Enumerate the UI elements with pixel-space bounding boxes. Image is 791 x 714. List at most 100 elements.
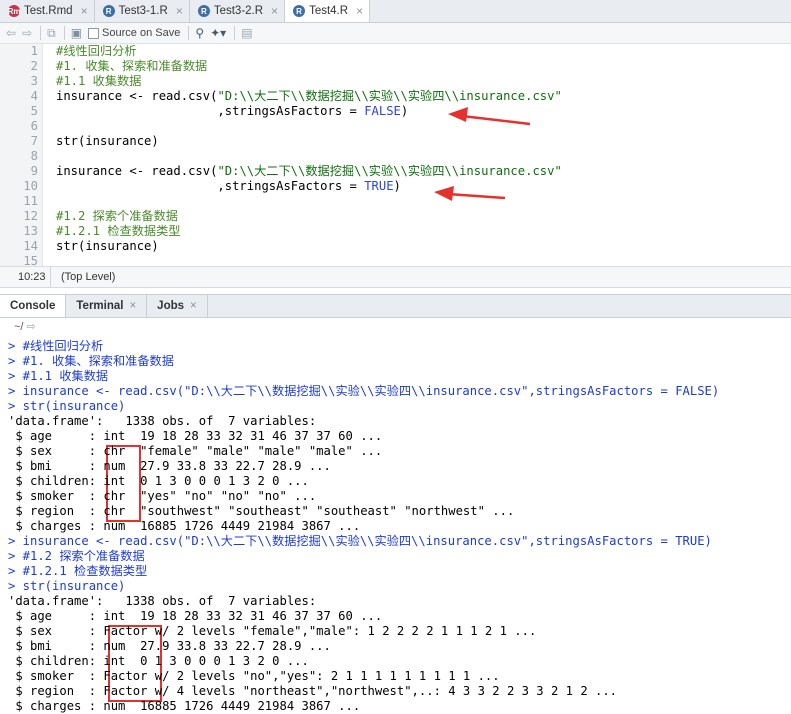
- console-output-line: $ bmi : num 27.9 33.8 33 22.7 28.9 ...: [8, 639, 331, 653]
- code-text: #1.2 探索个准备数据: [56, 209, 178, 223]
- scope-indicator[interactable]: (Top Level): [50, 267, 115, 287]
- back-arrow-icon[interactable]: ⇦: [6, 26, 16, 40]
- logical-literal: TRUE: [364, 179, 394, 193]
- editor-tab-label: Test4.R: [309, 5, 349, 17]
- line-number: 6: [30, 119, 38, 133]
- code-line: 14 str(insurance): [0, 239, 791, 254]
- console-output-line: $ sex : Factor w/ 2 levels "female","mal…: [8, 624, 537, 638]
- console-path-text: ~/: [14, 321, 24, 333]
- save-icon[interactable]: ▣: [71, 26, 82, 40]
- editor-tab[interactable]: R Test3-2.R ×: [189, 0, 286, 22]
- code-text: #1. 收集、探索和准备数据: [56, 59, 208, 73]
- console-tab-terminal[interactable]: Terminal ×: [66, 295, 148, 317]
- code-line: 10 ,stringsAsFactors = TRUE): [0, 179, 791, 194]
- code-text: ,stringsAsFactors = FALSE): [56, 104, 409, 118]
- cursor-position: 10:23: [18, 271, 46, 283]
- code-line: 8: [0, 149, 791, 164]
- editor-tab-label: Test.Rmd: [24, 5, 73, 17]
- console-output[interactable]: > #线性回归分析 > #1. 收集、探索和准备数据 > #1.1 收集数据 > in…: [0, 339, 791, 714]
- line-number: 4: [30, 89, 38, 103]
- line-number: 1: [30, 44, 38, 58]
- console-input-line: > #1.1 收集数据: [8, 369, 109, 383]
- console-output-line: $ region : chr "southwest" "southeast" "…: [8, 504, 515, 518]
- code-text: str(insurance): [56, 134, 159, 148]
- code-text: insurance <- read.csv("D:\\大二下\\数据挖掘\\实验…: [56, 89, 562, 103]
- line-number: 8: [30, 149, 38, 163]
- console-output-line: $ children: int 0 1 3 0 0 0 1 3 2 0 ...: [8, 654, 309, 668]
- console-tab-jobs[interactable]: Jobs ×: [147, 295, 208, 317]
- editor-tab[interactable]: R Test4.R ×: [285, 0, 371, 22]
- r-file-icon: R: [293, 5, 306, 17]
- search-icon[interactable]: ⚲: [195, 26, 204, 40]
- code-line: 7 str(insurance): [0, 134, 791, 149]
- code-line: 9 insurance <- read.csv("D:\\大二下\\数据挖掘\\实…: [0, 164, 791, 179]
- line-number: 12: [23, 209, 38, 223]
- toolbar-divider: [40, 26, 42, 40]
- toolbar-divider: [188, 26, 190, 40]
- code-text: str(insurance): [56, 239, 159, 253]
- close-tab-icon[interactable]: ×: [176, 4, 183, 18]
- code-line: 2 #1. 收集、探索和准备数据: [0, 59, 791, 74]
- code-tools-wand-icon[interactable]: ✦▾: [210, 26, 226, 40]
- console-output-line: $ charges : num 16885 1726 4449 21984 38…: [8, 519, 361, 533]
- code-line: 6: [0, 119, 791, 134]
- code-text: ,stringsAsFactors = TRUE): [56, 179, 401, 193]
- logical-literal: FALSE: [364, 104, 401, 118]
- line-number: 9: [30, 164, 38, 178]
- console-tab-label: Jobs: [157, 300, 185, 312]
- code-line: 5 ,stringsAsFactors = FALSE): [0, 104, 791, 119]
- console-output-line: $ age : int 19 18 28 33 32 31 46 37 37 6…: [8, 429, 383, 443]
- source-on-save-label: Source on Save: [102, 27, 181, 39]
- line-number: 15: [23, 254, 38, 266]
- console-output-line: $ bmi : num 27.9 33.8 33 22.7 28.9 ...: [8, 459, 331, 473]
- console-output-line: $ region : Factor w/ 4 levels "northeast…: [8, 684, 618, 698]
- r-file-icon: R: [102, 5, 115, 17]
- go-to-directory-arrow-icon[interactable]: ⇨: [27, 321, 36, 333]
- close-tab-icon[interactable]: ×: [271, 4, 278, 18]
- editor-tab-label: Test3-1.R: [118, 5, 168, 17]
- console-output-line: $ sex : chr "female" "male" "male" "male…: [8, 444, 383, 458]
- console-tab-label: Terminal: [76, 300, 124, 312]
- string-literal: "D:\\大二下\\数据挖掘\\实验\\实验四\\insurance.csv": [217, 164, 562, 178]
- console-input-line: > #1.2.1 检查数据类型: [8, 564, 148, 578]
- console-output-line: $ smoker : chr "yes" "no" "no" "no" ...: [8, 489, 317, 503]
- line-number: 5: [30, 104, 38, 118]
- code-text: #1.1 收集数据: [56, 74, 142, 88]
- close-tab-icon[interactable]: ×: [81, 4, 88, 18]
- editor-tab[interactable]: Rm Test.Rmd ×: [0, 0, 95, 22]
- line-number: 10: [23, 179, 38, 193]
- line-number: 14: [23, 239, 38, 253]
- forward-arrow-icon[interactable]: ⇨: [22, 26, 32, 40]
- code-line: 12 #1.2 探索个准备数据: [0, 209, 791, 224]
- toolbar-divider: [234, 26, 236, 40]
- rmarkdown-file-icon: Rm: [7, 5, 21, 17]
- code-text: #线性回归分析: [56, 44, 137, 58]
- line-number: 2: [30, 59, 38, 73]
- string-literal: "D:\\大二下\\数据挖掘\\实验\\实验四\\insurance.csv": [217, 89, 562, 103]
- console-input-line: > insurance <- read.csv("D:\\大二下\\数据挖掘\\…: [8, 534, 712, 548]
- show-in-window-icon[interactable]: ⧉: [47, 26, 56, 41]
- editor-tab[interactable]: R Test3-1.R ×: [94, 0, 190, 22]
- editor-tab-bar: Rm Test.Rmd × R Test3-1.R × R Test3-2.R × R Test4.…: [0, 0, 791, 23]
- console-output-line: 'data.frame': 1338 obs. of 7 variables:: [8, 594, 317, 608]
- console-input-line: > str(insurance): [8, 579, 126, 593]
- console-input-line: > insurance <- read.csv("D:\\大二下\\数据挖掘\\…: [8, 384, 720, 398]
- compile-report-icon[interactable]: ▤: [241, 26, 252, 40]
- code-line: 13 #1.2.1 检查数据类型: [0, 224, 791, 239]
- line-number: 13: [23, 224, 38, 238]
- console-input-line: > #线性回归分析: [8, 339, 104, 353]
- code-line: 1 #线性回归分析: [0, 44, 791, 59]
- console-output-line: $ charges : num 16885 1726 4449 21984 38…: [8, 699, 361, 713]
- close-tab-icon[interactable]: ×: [190, 300, 197, 312]
- code-editor[interactable]: 1 #线性回归分析 2 #1. 收集、探索和准备数据 3 #1.1 收集数据 4 insura…: [0, 44, 791, 266]
- source-on-save-checkbox[interactable]: [88, 27, 100, 39]
- code-line: 15: [0, 254, 791, 266]
- console-output-line: $ smoker : Factor w/ 2 levels "no","yes"…: [8, 669, 500, 683]
- console-output-line: 'data.frame': 1338 obs. of 7 variables:: [8, 414, 317, 428]
- console-input-line: > #1. 收集、探索和准备数据: [8, 354, 174, 368]
- close-tab-icon[interactable]: ×: [129, 300, 136, 312]
- close-tab-icon[interactable]: ×: [356, 4, 363, 18]
- editor-toolbar: ⇦ ⇨ ⧉ ▣ Source on Save ⚲ ✦▾ ▤: [0, 23, 791, 44]
- console-tab-console[interactable]: Console: [0, 295, 67, 317]
- code-line: 4 insurance <- read.csv("D:\\大二下\\数据挖掘\\实…: [0, 89, 791, 104]
